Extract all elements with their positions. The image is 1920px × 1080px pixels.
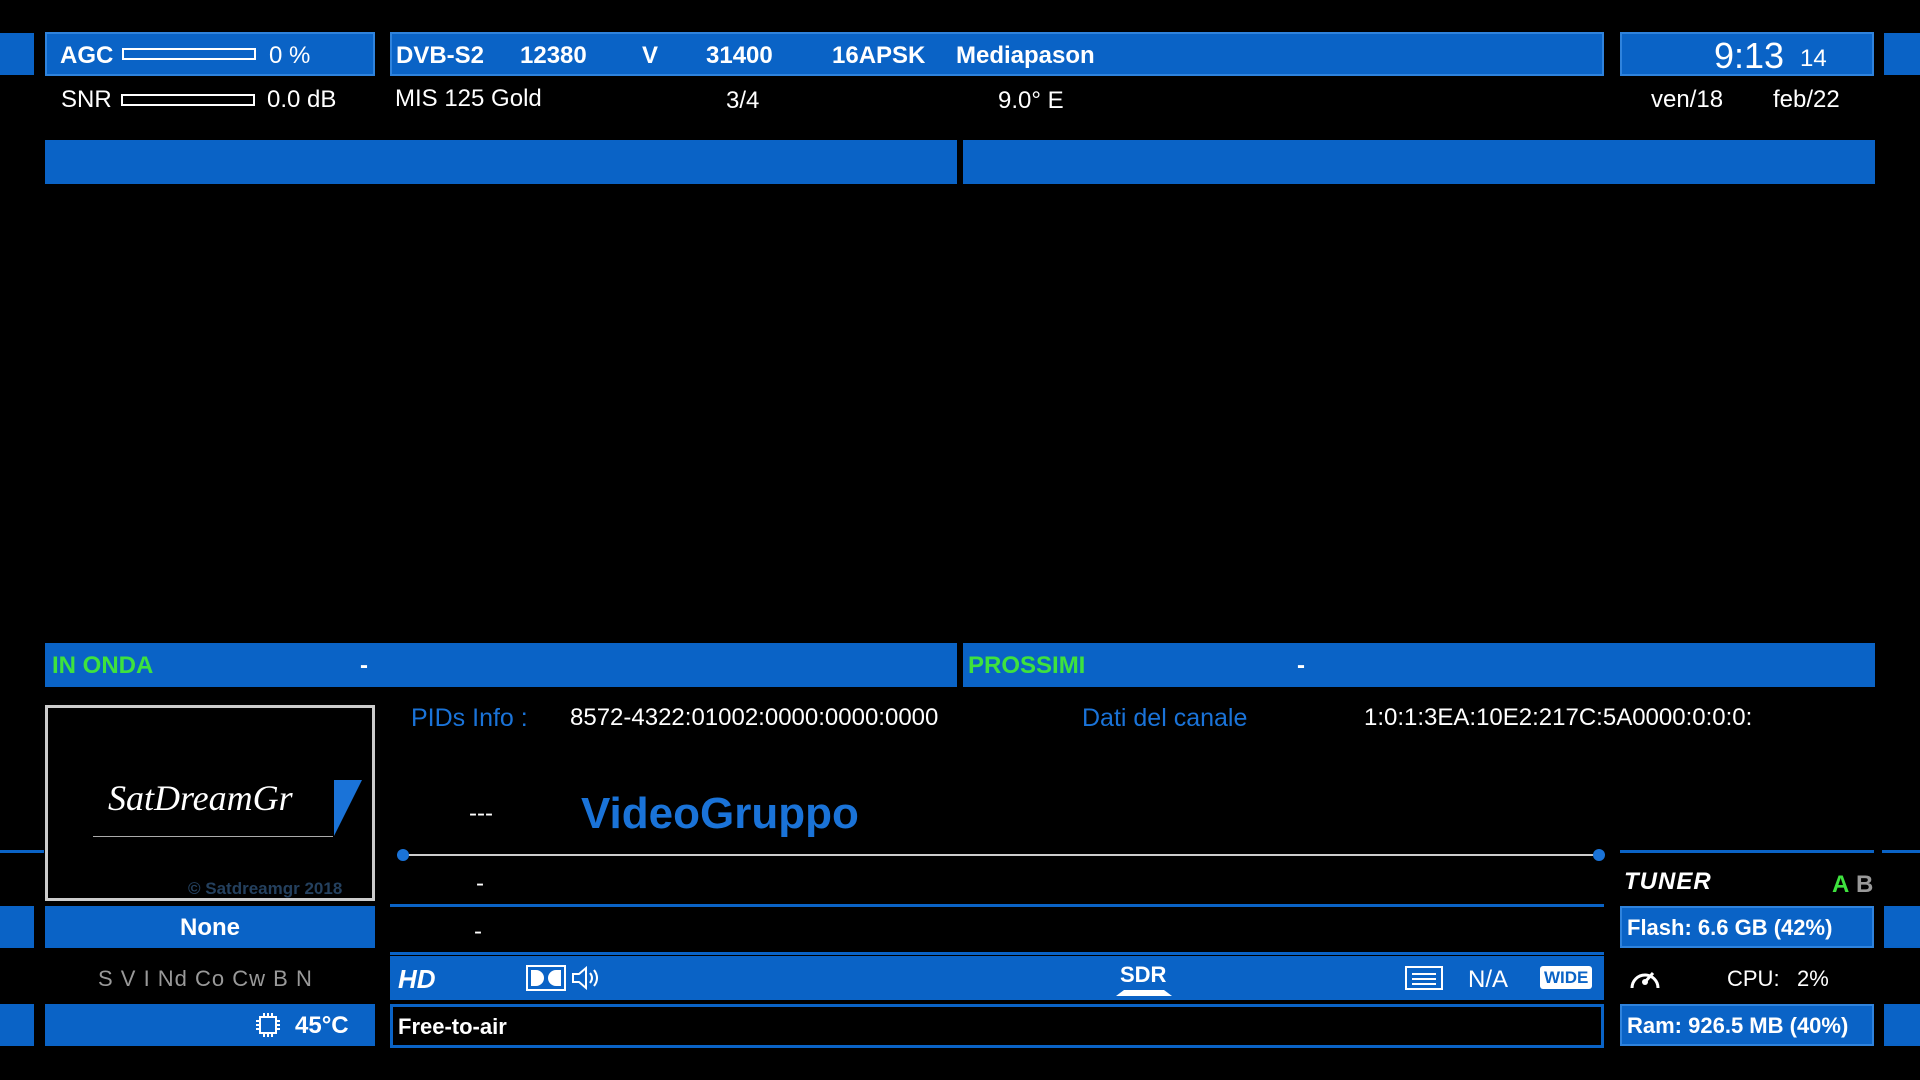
event-line-1: - bbox=[476, 870, 484, 897]
flash-panel: Flash: 6.6 GB (42%) bbox=[1620, 906, 1874, 948]
event-separator-1 bbox=[390, 904, 1604, 907]
speaker-icon bbox=[572, 965, 598, 991]
dolby-icon bbox=[526, 965, 566, 991]
progress-start-knob bbox=[397, 849, 409, 861]
right-edge-block-2 bbox=[1884, 906, 1920, 948]
agc-meter bbox=[122, 48, 256, 60]
agc-panel: AGC 0 % bbox=[45, 32, 375, 76]
channel-name: VideoGruppo bbox=[581, 789, 859, 838]
picon-box: SatDreamGr © Satdreamgr 2018 bbox=[45, 705, 375, 901]
transponder-bar: DVB-S2 12380 V 31400 16APSK Mediapason bbox=[390, 32, 1604, 76]
clock-time: 9:13 bbox=[1714, 35, 1785, 76]
modulation: 16APSK bbox=[832, 42, 926, 69]
crypt-value: None bbox=[180, 914, 240, 941]
orbital-position: 9.0° E bbox=[998, 87, 1064, 114]
caid-value: Free-to-air bbox=[398, 1014, 507, 1039]
progress-track bbox=[403, 854, 1599, 856]
channel-data-value: 1:0:1:3EA:10E2:217C:5A0000:0:0:0: bbox=[1364, 704, 1753, 731]
right-divider-line bbox=[1882, 850, 1920, 853]
ram-info: Ram: 926.5 MB (40%) bbox=[1627, 1013, 1849, 1038]
next-label: PROSSIMI bbox=[968, 652, 1086, 679]
left-edge-block-3 bbox=[0, 1004, 34, 1046]
sdr-underline-icon bbox=[1116, 990, 1172, 996]
snr-label: SNR bbox=[61, 86, 112, 113]
right-edge-block-3 bbox=[1884, 1004, 1920, 1046]
temperature-bar: 45°C bbox=[45, 1004, 375, 1046]
gauge-icon bbox=[1630, 972, 1660, 989]
frequency: 12380 bbox=[520, 42, 587, 69]
picon-logo: SatDreamGr bbox=[108, 778, 293, 818]
provider-name: Mediapason bbox=[956, 42, 1095, 69]
pids-value: 8572-4322:01002:0000:0000:0000 bbox=[570, 704, 939, 731]
wide-badge: WIDE bbox=[1540, 966, 1593, 989]
upper-bar-left bbox=[45, 140, 957, 184]
clock-seconds: 14 bbox=[1800, 45, 1827, 72]
aspect-value: N/A bbox=[1468, 966, 1509, 993]
agc-value: 0 % bbox=[269, 42, 311, 69]
channel-number: --- bbox=[469, 800, 493, 827]
tuner-top-line bbox=[1620, 850, 1874, 853]
cpu-label: CPU: bbox=[1727, 966, 1780, 991]
clock-panel: 9:13 14 bbox=[1620, 32, 1874, 76]
fec-rate: 3/4 bbox=[726, 87, 760, 114]
event-progress bbox=[397, 849, 1605, 861]
left-edge-block-2 bbox=[0, 906, 34, 948]
picon-underline bbox=[93, 836, 333, 837]
crypt-systems: S V I Nd Co Cw B N bbox=[98, 966, 313, 991]
picon-copyright: © Satdreamgr 2018 bbox=[188, 879, 343, 898]
ram-panel: Ram: 926.5 MB (40%) bbox=[1620, 1004, 1874, 1046]
right-edge-block-1 bbox=[1884, 33, 1920, 75]
tuner-label: TUNER bbox=[1624, 868, 1712, 895]
next-bar: PROSSIMI - bbox=[963, 643, 1875, 687]
tuner-a: A bbox=[1832, 871, 1850, 898]
progress-end-knob bbox=[1593, 849, 1605, 861]
av-info-bar: HD SDR N/A WIDE bbox=[390, 956, 1604, 1000]
teletext-icon bbox=[1405, 966, 1443, 990]
snr-value: 0.0 dB bbox=[267, 86, 337, 113]
sdr-badge: SDR bbox=[1120, 962, 1167, 987]
cpu-value: 2% bbox=[1797, 966, 1829, 991]
upper-bar-right bbox=[963, 140, 1875, 184]
polarization: V bbox=[642, 42, 659, 69]
chip-icon bbox=[256, 1013, 280, 1037]
agc-label: AGC bbox=[60, 42, 114, 69]
now-bar: IN ONDA - bbox=[45, 643, 957, 687]
channel-data-label: Dati del canale bbox=[1082, 704, 1248, 732]
symbol-rate: 31400 bbox=[706, 42, 773, 69]
left-edge-block-1 bbox=[0, 33, 34, 75]
event-separator-2 bbox=[390, 952, 1604, 955]
hd-badge: HD bbox=[398, 964, 436, 994]
date-label: feb/22 bbox=[1773, 86, 1840, 113]
day-label: ven/18 bbox=[1651, 86, 1724, 113]
snr-meter bbox=[121, 94, 255, 106]
next-title: - bbox=[1297, 652, 1305, 679]
temperature-value: 45°C bbox=[295, 1012, 349, 1039]
crypt-bar: None bbox=[45, 906, 375, 948]
flash-info: Flash: 6.6 GB (42%) bbox=[1627, 915, 1833, 940]
delivery-system: DVB-S2 bbox=[396, 42, 485, 69]
left-divider-line bbox=[0, 850, 44, 853]
now-title: - bbox=[360, 652, 368, 679]
tuner-b: B bbox=[1856, 871, 1874, 898]
stream-id: MIS 125 Gold bbox=[395, 85, 542, 112]
now-label: IN ONDA bbox=[52, 652, 154, 679]
event-line-2: - bbox=[474, 918, 482, 945]
caid-bar: Free-to-air bbox=[390, 1004, 1604, 1048]
picon-triangle-icon bbox=[334, 780, 362, 836]
pids-label: PIDs Info : bbox=[411, 704, 528, 732]
